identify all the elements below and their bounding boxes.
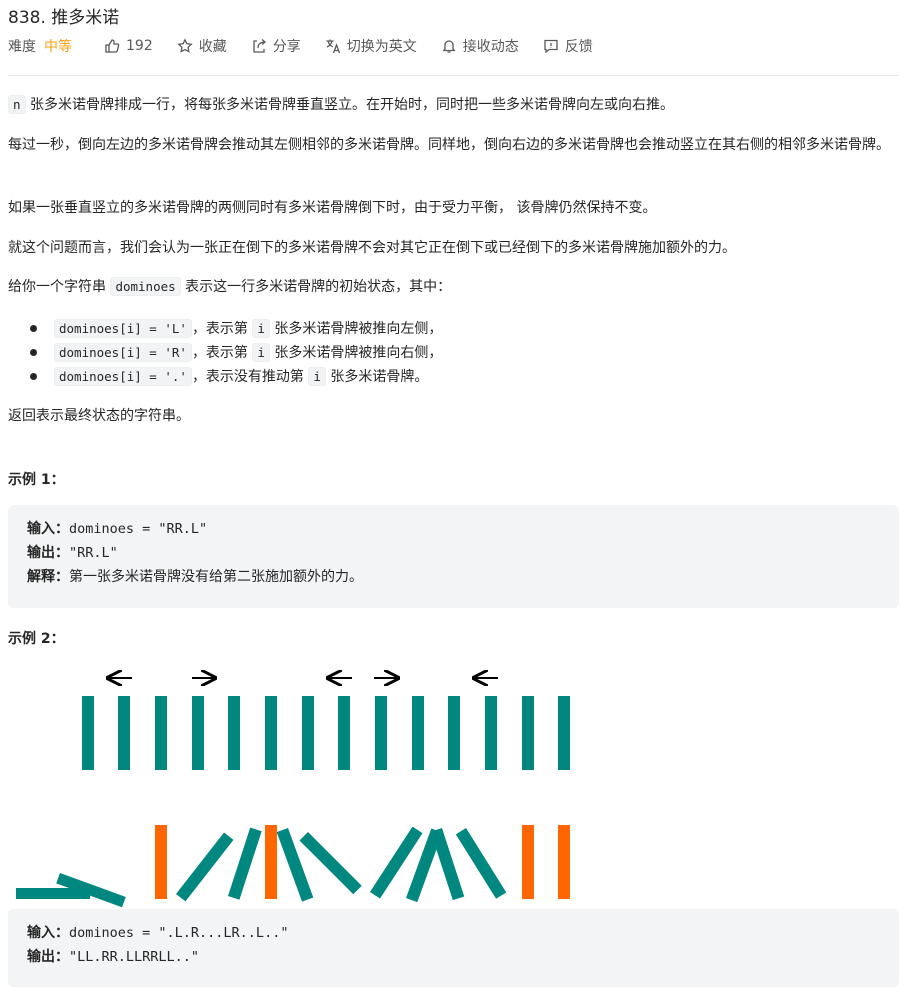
share-button[interactable]: 分享 xyxy=(251,36,301,56)
example-2-output: "LL.RR.LLRRLL.." xyxy=(69,949,200,965)
list-item: dominoes[i] = 'R' ，表示第 i 张多米诺骨牌被推向右侧， xyxy=(30,340,442,364)
list-item: dominoes[i] = '.' ，表示没有推动第 i 张多米诺骨牌。 xyxy=(30,364,442,388)
domino-standing xyxy=(375,696,387,770)
example-1-output-line: 输出："RR.L" xyxy=(27,541,880,565)
example-2-output-line: 输出："LL.RR.LLRRLL.." xyxy=(27,945,880,969)
example-2-title: 示例 2： xyxy=(8,631,65,647)
feedback-button[interactable]: 反馈 xyxy=(543,36,593,56)
favorite-label: 收藏 xyxy=(198,39,227,55)
inline-code: dominoes[i] = '.' xyxy=(54,366,192,386)
subscribe-button[interactable]: 接收动态 xyxy=(441,36,519,56)
inline-code: dominoes[i] = 'R' xyxy=(54,342,192,362)
domino-fallen-left xyxy=(299,832,362,895)
difficulty-label: 难度 xyxy=(8,39,36,55)
domino-standing xyxy=(338,696,350,770)
list-item: dominoes[i] = 'L' ，表示第 i 张多米诺骨牌被推向左侧， xyxy=(30,316,442,340)
domino-standing xyxy=(192,696,204,770)
description-paragraph-2: 每过一秒，倒向左边的多米诺骨牌会推动其左侧相邻的多米诺骨牌。同样地，倒向右边的多… xyxy=(8,137,890,153)
domino-standing xyxy=(265,696,277,770)
example-1-explain-line: 解释：第一张多米诺骨牌没有给第二张施加额外的力。 xyxy=(27,565,880,589)
state-list: dominoes[i] = 'L' ，表示第 i 张多米诺骨牌被推向左侧， do… xyxy=(30,316,442,388)
inline-code: dominoes[i] = 'L' xyxy=(54,318,192,338)
domino-standing xyxy=(558,696,570,770)
example-1-title: 示例 1： xyxy=(8,472,65,488)
input-label: 输入： xyxy=(27,521,69,537)
inline-code-n: n xyxy=(8,95,26,114)
input-label: 输入： xyxy=(27,925,69,941)
translate-button[interactable]: 切换为英文 xyxy=(325,36,417,56)
domino-standing xyxy=(522,696,534,770)
domino-fallen-left xyxy=(455,828,507,899)
paragraph-text: 表示这一行多米诺骨牌的初始状态，其中： xyxy=(185,279,452,295)
inline-code: i xyxy=(252,318,270,338)
favorite-button[interactable]: 收藏 xyxy=(177,36,227,56)
domino-balanced xyxy=(522,825,534,899)
list-item-text: 张多米诺骨牌。 xyxy=(330,369,429,385)
list-item-text: 张多米诺骨牌被推向左侧， xyxy=(274,321,443,337)
domino-standing xyxy=(302,696,314,770)
description-paragraph-4: 就这个问题而言，我们会认为一张正在倒下的多米诺骨牌不会对其它正在倒下或已经倒下的… xyxy=(8,240,736,256)
domino-standing xyxy=(448,696,460,770)
example-2-input: dominoes = ".L.R...LR..L.." xyxy=(69,925,289,941)
like-button[interactable]: 192 xyxy=(104,38,153,54)
example-2-input-line: 输入：dominoes = ".L.R...LR..L.." xyxy=(27,921,880,945)
inline-code: i xyxy=(252,342,270,362)
domino-standing xyxy=(155,696,167,770)
example-1-block: 输入：dominoes = "RR.L" 输出："RR.L" 解释：第一张多米诺… xyxy=(8,505,899,608)
list-item-text: ，表示第 xyxy=(191,345,248,361)
example-1-input-line: 输入：dominoes = "RR.L" xyxy=(27,517,880,541)
problem-title: 838. 推多米诺 xyxy=(8,8,120,28)
example-2-block: 输入：dominoes = ".L.R...LR..L.." 输出："LL.RR… xyxy=(8,909,899,987)
dominoes-illustration xyxy=(16,662,570,907)
thumbs-up-icon xyxy=(105,39,120,53)
explain-label: 解释： xyxy=(27,569,69,585)
feedback-label: 反馈 xyxy=(564,39,593,55)
bullet-dot xyxy=(30,324,37,332)
list-item-text: ，表示没有推动第 xyxy=(191,369,304,385)
star-icon xyxy=(177,38,193,53)
domino-fallen-right xyxy=(176,832,234,902)
domino-standing xyxy=(82,696,94,770)
domino-standing xyxy=(118,696,130,770)
share-icon xyxy=(253,39,266,53)
header-divider xyxy=(8,75,899,76)
description-paragraph-1: n 张多米诺骨牌排成一行，将每张多米诺骨牌垂直竖立。在开始时，同时把一些多米诺骨… xyxy=(8,94,893,116)
inline-code: i xyxy=(308,366,326,386)
paragraph-text: 给你一个字符串 xyxy=(8,279,106,295)
example-1-explanation: 第一张多米诺骨牌没有给第二张施加额外的力。 xyxy=(69,569,363,585)
output-label: 输出： xyxy=(27,949,69,965)
bell-icon xyxy=(442,40,456,53)
description-paragraph-3: 如果一张垂直竖立的多米诺骨牌的两侧同时有多米诺骨牌倒下时，由于受力平衡， 该骨牌… xyxy=(8,200,657,216)
description-paragraph-6: 返回表示最终状态的字符串。 xyxy=(8,408,190,424)
inline-code-dominoes: dominoes xyxy=(110,277,181,296)
domino-balanced xyxy=(265,825,277,899)
like-count: 192 xyxy=(126,38,153,54)
share-label: 分享 xyxy=(272,39,301,55)
subscribe-label: 接收动态 xyxy=(462,39,519,55)
domino-standing xyxy=(412,696,424,770)
difficulty-badge: 中等 xyxy=(44,39,72,55)
list-item-text: ，表示第 xyxy=(191,321,248,337)
bullet-dot xyxy=(30,348,37,356)
problem-toolbar: 难度 中等 192 收藏 分享 切换为英文 接收动态 反馈 xyxy=(8,36,617,56)
example-1-input: dominoes = "RR.L" xyxy=(69,521,208,537)
feedback-icon xyxy=(544,39,558,54)
description-paragraph-5: 给你一个字符串 dominoes 表示这一行多米诺骨牌的初始状态，其中： xyxy=(8,276,893,298)
paragraph-text: 张多米诺骨牌排成一行，将每张多米诺骨牌垂直竖立。在开始时，同时把一些多米诺骨牌向… xyxy=(29,97,674,113)
domino-standing xyxy=(228,696,240,770)
domino-standing xyxy=(485,696,497,770)
domino-balanced xyxy=(558,825,570,899)
example-1-output: "RR.L" xyxy=(69,545,118,561)
translate-icon xyxy=(326,39,340,54)
list-item-text: 张多米诺骨牌被推向右侧， xyxy=(274,345,443,361)
output-label: 输出： xyxy=(27,545,69,561)
domino-fallen-right xyxy=(228,827,262,900)
translate-label: 切换为英文 xyxy=(346,39,417,55)
domino-balanced xyxy=(155,825,167,899)
bullet-dot xyxy=(30,372,37,380)
